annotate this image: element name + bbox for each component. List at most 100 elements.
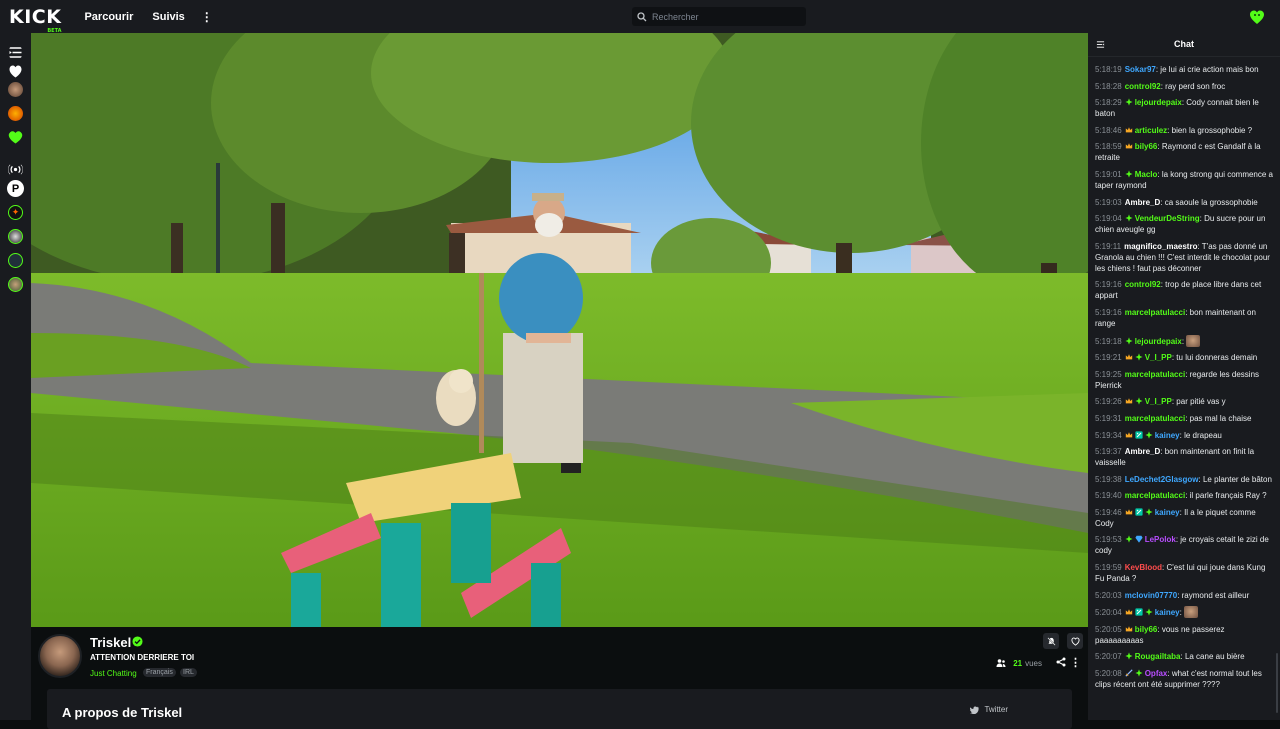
mod-badge-icon: [1135, 430, 1143, 439]
message-timestamp: 5:19:04: [1095, 214, 1122, 224]
followed-channel-avatar[interactable]: [8, 82, 23, 97]
sub-badge-icon: [1125, 652, 1133, 661]
message-username[interactable]: kainey: [1155, 608, 1180, 617]
message-username[interactable]: mclovin07770: [1125, 591, 1177, 600]
recommended-channel-avatar[interactable]: [8, 229, 23, 244]
sub-badge-icon: [1135, 669, 1143, 677]
message-timestamp: 5:19:03: [1095, 197, 1122, 207]
message-text: ray perd son froc: [1165, 81, 1226, 91]
viewer-count: 21 vues: [996, 658, 1042, 668]
message-username[interactable]: Sokar97: [1125, 65, 1156, 74]
message-username[interactable]: bily66: [1135, 142, 1158, 151]
tag-language[interactable]: Français: [143, 668, 176, 677]
mute-notifications-button[interactable]: [1043, 633, 1059, 649]
search-icon: [637, 11, 647, 21]
live-broadcast-icon[interactable]: [8, 162, 23, 177]
kick-heart-icon[interactable]: [8, 130, 23, 145]
message-username[interactable]: articulez: [1135, 126, 1167, 135]
share-icon[interactable]: [1056, 657, 1066, 667]
message-timestamp: 5:19:21: [1095, 353, 1122, 363]
video-player[interactable]: [31, 33, 1088, 627]
chat-message: 5:19:01 Maclo: la kong strong qui commenc…: [1095, 169, 1273, 191]
emote-icon: [1184, 606, 1199, 619]
chat-message: 5:19:40 marcelpatulacci: il parle françai…: [1095, 490, 1273, 501]
message-username[interactable]: Ambre_D: [1125, 447, 1161, 456]
chat-scrollbar[interactable]: [1276, 653, 1278, 713]
message-timestamp: 5:20:08: [1095, 669, 1122, 679]
tag-irl[interactable]: IRL: [180, 668, 197, 677]
search-input[interactable]: [652, 11, 802, 22]
message-username[interactable]: kainey: [1155, 508, 1180, 517]
stream-title: ATTENTION DERRIERE TOI: [90, 653, 195, 662]
kick-logo[interactable]: KICK BETA: [9, 5, 62, 34]
chat-message: 5:19:03 Ambre_D: ca saoule la grossophobi…: [1095, 197, 1273, 208]
message-timestamp: 5:19:01: [1095, 169, 1122, 179]
message-text: pas mal la chaise: [1189, 413, 1252, 423]
message-username[interactable]: V_I_PP: [1145, 353, 1172, 362]
chat-message: 5:19:26 V_I_PP: par pitié vas y: [1095, 396, 1273, 407]
crown-badge-icon: [1125, 353, 1133, 361]
logo-text: KICK: [9, 5, 62, 28]
recommended-channel-avatar[interactable]: ✦: [8, 205, 23, 220]
streamer-name[interactable]: Triskel: [90, 635, 131, 650]
crown-badge-icon: [1125, 625, 1133, 633]
about-panel: A propos de Triskel Twitter: [47, 689, 1072, 729]
message-username[interactable]: Rougailtaba: [1135, 652, 1181, 661]
message-username[interactable]: V_I_PP: [1145, 397, 1172, 406]
sub-badge-icon: [1145, 608, 1153, 616]
recommended-channel-avatar[interactable]: P: [7, 180, 24, 197]
user-avatar-icon[interactable]: [1249, 9, 1265, 25]
message-username[interactable]: lejourdepaix: [1135, 337, 1182, 346]
more-menu-icon[interactable]: ⋮: [201, 10, 213, 24]
message-timestamp: 5:19:40: [1095, 491, 1122, 501]
message-timestamp: 5:18:29: [1095, 98, 1122, 108]
followed-channel-avatar[interactable]: [8, 106, 23, 121]
chat-messages: 5:18:19 Sokar97: je lui ai crie action ma…: [1095, 64, 1273, 696]
message-username[interactable]: lejourdepaix: [1135, 98, 1182, 107]
message-username[interactable]: marcelpatulacci: [1125, 370, 1185, 379]
crown-badge-icon: [1125, 142, 1133, 150]
left-sidebar: P ✦: [0, 33, 31, 720]
sub-badge-icon: [1125, 98, 1133, 106]
category-link[interactable]: Just Chatting: [90, 669, 137, 678]
message-username[interactable]: KevBlood: [1125, 563, 1162, 572]
streamer-avatar[interactable]: [38, 634, 82, 678]
message-username[interactable]: Opfax: [1145, 669, 1168, 678]
chat-message: 5:19:46 kainey: Il a le piquet comme Cody: [1095, 507, 1273, 529]
message-username[interactable]: magnifico_maestro: [1124, 242, 1197, 251]
message-username[interactable]: bily66: [1135, 625, 1158, 634]
about-title: A propos de Triskel: [62, 705, 183, 720]
message-username[interactable]: marcelpatulacci: [1125, 491, 1185, 500]
message-timestamp: 5:19:26: [1095, 397, 1122, 407]
nav-browse[interactable]: Parcourir: [84, 11, 133, 23]
crown-badge-icon: [1125, 431, 1133, 439]
message-timestamp: 5:18:28: [1095, 81, 1122, 91]
recommended-channel-avatar[interactable]: [8, 253, 23, 268]
unfollow-button[interactable]: [1067, 633, 1083, 649]
message-username[interactable]: kainey: [1155, 431, 1180, 440]
viewer-label: vues: [1025, 658, 1042, 668]
recommended-channel-avatar[interactable]: [8, 277, 23, 292]
message-username[interactable]: LePolok: [1145, 535, 1176, 544]
crown-badge-icon: [1125, 508, 1133, 516]
viewers-icon: [996, 659, 1006, 667]
message-username[interactable]: VendeurDeString: [1135, 214, 1200, 223]
message-username[interactable]: LeDechet2Glasgow: [1125, 475, 1199, 484]
message-timestamp: 5:19:11: [1095, 241, 1122, 251]
twitter-link[interactable]: Twitter: [970, 705, 1008, 714]
message-username[interactable]: control92: [1125, 82, 1161, 91]
more-options-icon[interactable]: ⋮: [1070, 656, 1081, 669]
expand-sidebar-icon[interactable]: [8, 45, 23, 60]
message-username[interactable]: marcelpatulacci: [1125, 308, 1185, 317]
heart-icon[interactable]: [8, 64, 23, 79]
verified-badge-icon: [132, 636, 143, 647]
nav-following[interactable]: Suivis: [152, 11, 184, 23]
message-username[interactable]: Ambre_D: [1125, 198, 1161, 207]
sub-badge-icon: [1145, 508, 1153, 516]
search-box[interactable]: [632, 7, 806, 26]
gem-badge-icon: [1135, 535, 1143, 544]
message-username[interactable]: Maclo: [1135, 170, 1158, 179]
message-username[interactable]: marcelpatulacci: [1125, 414, 1185, 423]
message-username[interactable]: control92: [1125, 280, 1161, 289]
mod-badge-icon: [1135, 608, 1143, 616]
